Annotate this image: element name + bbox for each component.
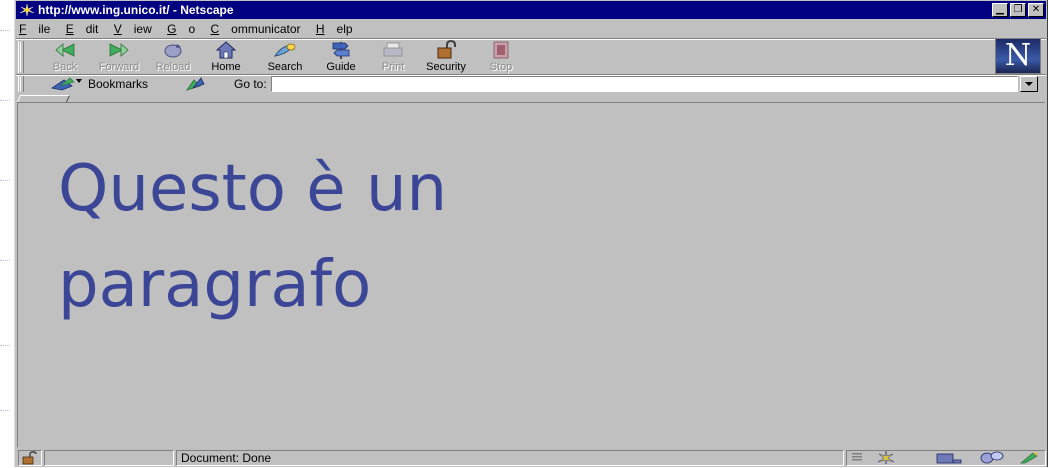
location-grip[interactable] bbox=[18, 76, 24, 92]
location-bar: Bookmarks Go to: bbox=[16, 75, 1046, 93]
edge-mark bbox=[0, 180, 10, 181]
discussions-icon[interactable] bbox=[979, 451, 1005, 464]
maximize-button[interactable]: ❐ bbox=[1010, 3, 1026, 17]
bookmarks-label[interactable]: Bookmarks bbox=[88, 75, 148, 93]
component-bar bbox=[846, 450, 1046, 466]
menu-file[interactable]: File bbox=[19, 22, 50, 36]
status-text: Document: Done bbox=[176, 450, 844, 466]
title-bar[interactable]: http://www.ing.unico.it/ - Netscape ▁ ❐ … bbox=[16, 1, 1046, 19]
reload-icon bbox=[164, 44, 182, 58]
dock-grip-icon[interactable] bbox=[851, 451, 865, 463]
menu-view[interactable]: View bbox=[114, 22, 152, 36]
stop-icon bbox=[493, 41, 509, 59]
bookmarks-icon[interactable] bbox=[50, 76, 84, 92]
page-proxy-icon[interactable] bbox=[184, 76, 206, 92]
menu-bar: File Edit View Go Communicator Help bbox=[19, 20, 365, 38]
home-icon bbox=[215, 41, 237, 59]
menu-help[interactable]: Help bbox=[316, 22, 353, 36]
paragraph-text: Questo è un paragrafo bbox=[58, 152, 448, 322]
minimize-button[interactable]: ▁ bbox=[992, 3, 1008, 17]
edge-mark bbox=[0, 345, 10, 346]
netscape-app-icon bbox=[19, 3, 35, 17]
edge-mark bbox=[0, 260, 10, 261]
progress-field bbox=[44, 450, 174, 466]
menu-go[interactable]: Go bbox=[167, 22, 195, 36]
close-button[interactable]: ✕ bbox=[1028, 3, 1044, 17]
security-status[interactable] bbox=[18, 450, 42, 466]
security-button[interactable]: Security bbox=[418, 40, 474, 74]
navigator-icon[interactable] bbox=[875, 451, 897, 464]
toolbar-collapse-tab[interactable] bbox=[17, 95, 71, 102]
menu-edit[interactable]: Edit bbox=[66, 22, 99, 36]
security-padlock-icon bbox=[22, 451, 37, 465]
home-button[interactable]: Home bbox=[198, 40, 254, 74]
reload-button[interactable]: Reload bbox=[145, 40, 201, 74]
url-input[interactable] bbox=[271, 76, 1018, 92]
search-button[interactable]: Search bbox=[257, 40, 313, 74]
window-title: http://www.ing.unico.it/ - Netscape bbox=[38, 3, 234, 17]
menu-communicator[interactable]: Communicator bbox=[211, 22, 301, 36]
composer-icon[interactable] bbox=[1019, 451, 1041, 464]
edge-mark bbox=[0, 100, 10, 101]
forward-arrow-icon bbox=[109, 43, 129, 57]
stop-button[interactable]: Stop bbox=[473, 40, 529, 74]
forward-button[interactable]: Forward bbox=[91, 40, 147, 74]
status-bar: Document: Done bbox=[16, 448, 1046, 467]
browser-window: http://www.ing.unico.it/ - Netscape ▁ ❐ … bbox=[14, 0, 1048, 467]
search-icon bbox=[273, 43, 296, 57]
edge-mark bbox=[0, 410, 10, 411]
lock-icon bbox=[437, 40, 456, 59]
printer-icon bbox=[383, 42, 403, 57]
url-dropdown-button[interactable] bbox=[1020, 76, 1038, 92]
print-button[interactable]: Print bbox=[365, 40, 421, 74]
goto-label: Go to: bbox=[234, 77, 267, 91]
edge-mark bbox=[0, 30, 10, 31]
mailbox-icon[interactable] bbox=[935, 451, 963, 464]
page-content: Questo è un paragrafo bbox=[17, 102, 1045, 447]
toolbar-grip[interactable] bbox=[18, 41, 24, 73]
guide-signpost-icon bbox=[332, 42, 350, 59]
back-arrow-icon bbox=[55, 43, 75, 57]
guide-button[interactable]: Guide bbox=[313, 40, 369, 74]
back-button[interactable]: Back bbox=[37, 40, 93, 74]
netscape-n-logo[interactable]: N bbox=[995, 38, 1041, 74]
